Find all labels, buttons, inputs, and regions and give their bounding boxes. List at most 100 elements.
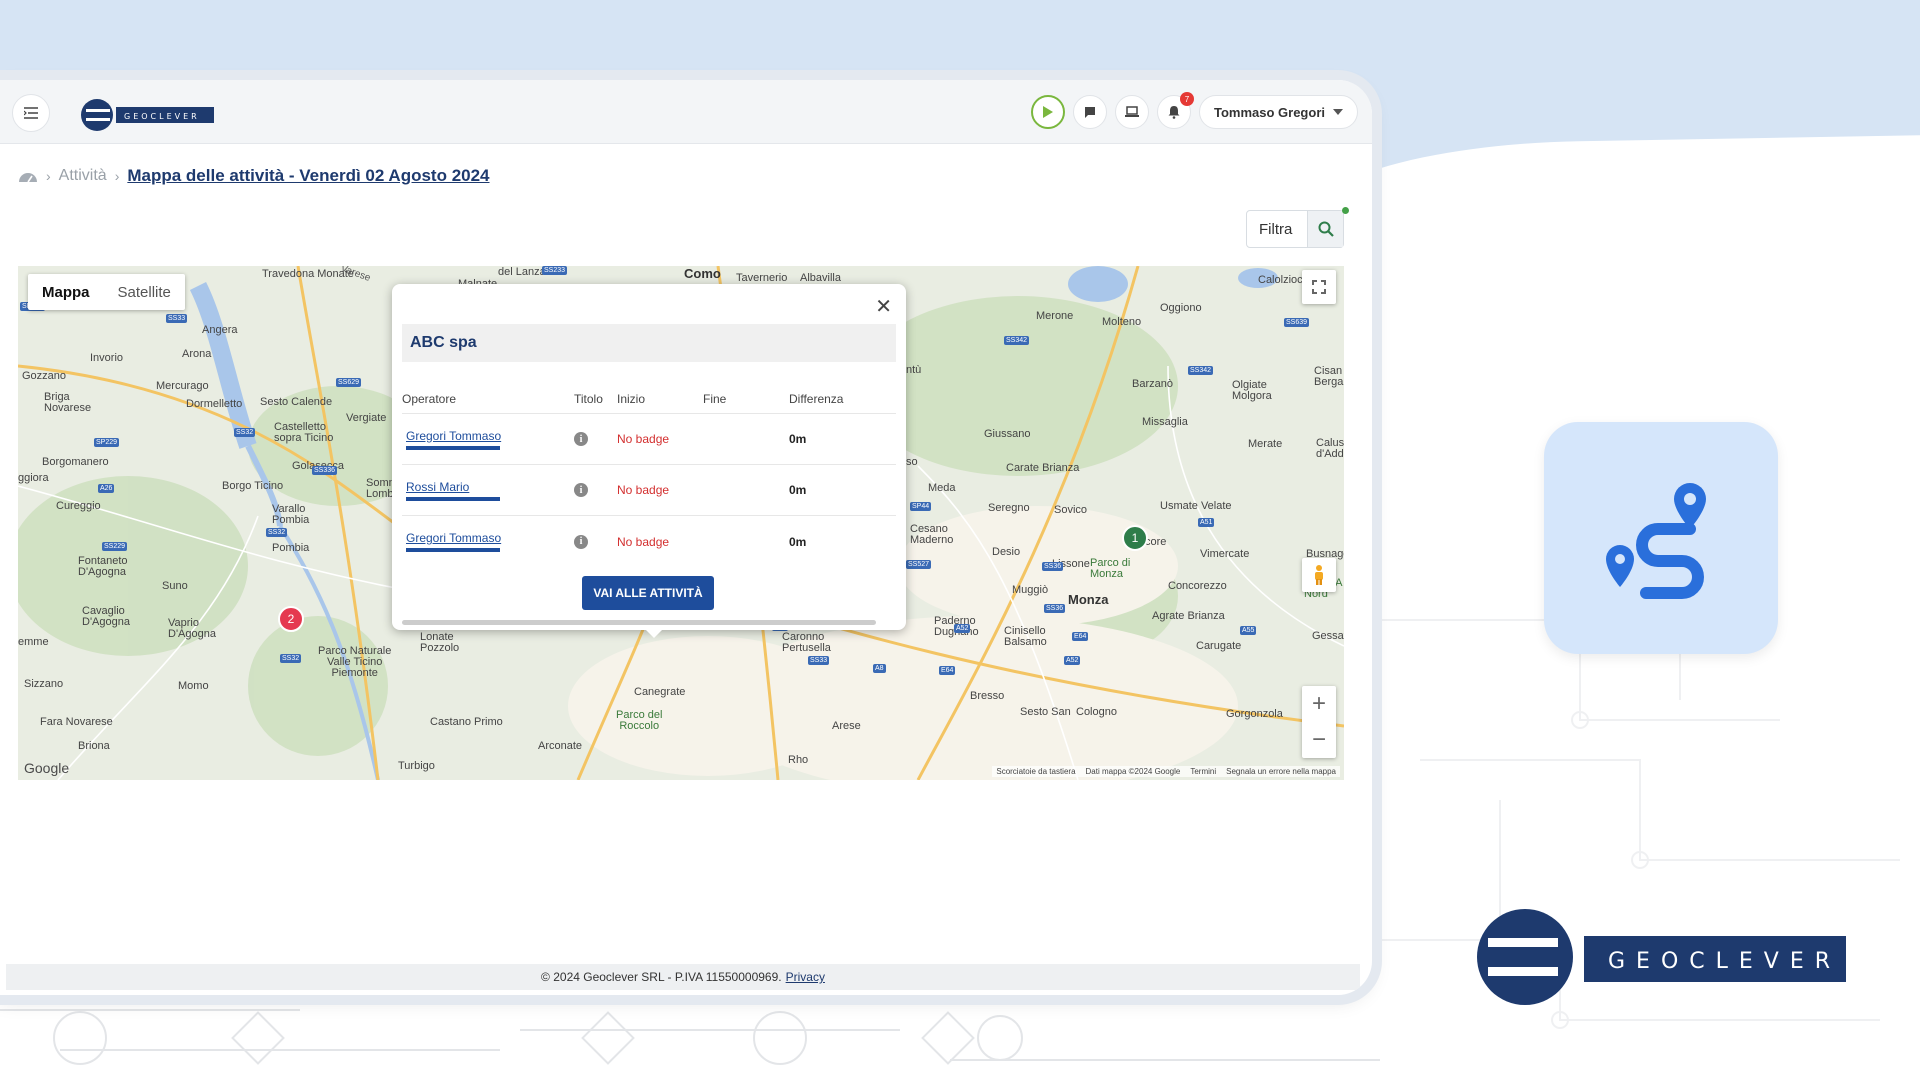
operator-link[interactable]: Gregori Tommaso (406, 429, 574, 443)
filter-label[interactable]: Filtra (1247, 221, 1307, 238)
place-label: Como (684, 266, 721, 281)
brand-name: GEOCLEVER (1608, 949, 1841, 974)
search-icon (1318, 221, 1334, 237)
filter-search-button[interactable] (1307, 211, 1343, 247)
place-label: Giussano (984, 428, 1031, 440)
place-label: Cologno (1076, 706, 1117, 718)
report-error-link[interactable]: Segnala un errore nella mappa (1226, 767, 1336, 776)
dashboard-icon[interactable] (18, 169, 38, 183)
operator-link[interactable]: Rossi Mario (406, 480, 574, 494)
map-data-credit: Dati mappa ©2024 Google (1085, 767, 1181, 776)
place-label: Merate (1248, 438, 1283, 450)
place-label: Monza (1068, 592, 1109, 607)
privacy-link[interactable]: Privacy (786, 970, 825, 984)
devices-button[interactable] (1114, 95, 1149, 129)
page-title: Mappa delle attività - Venerdì 02 Agosto… (127, 166, 490, 185)
popup-title: ABC spa (402, 324, 896, 362)
place-label: Gozzano (22, 370, 67, 382)
keyboard-shortcuts-link[interactable]: Scorciatoie da tastiera (996, 767, 1075, 776)
place-label: Merone (1036, 310, 1074, 322)
place-label: Rho (788, 754, 809, 766)
top-bar: GEOCLEVER 7 Tommaso Gregori (0, 80, 1372, 144)
terms-link[interactable]: Termini (1190, 767, 1216, 776)
breadcrumb-attivita[interactable]: Attività (59, 167, 107, 185)
menu-icon (24, 107, 38, 119)
info-icon[interactable]: i (574, 432, 588, 446)
place-label: Suno (162, 580, 188, 592)
fullscreen-icon (1312, 280, 1326, 294)
place-label: Briona (78, 740, 110, 752)
activity-map[interactable]: Travedona Monate Varese Malnate del Lanz… (18, 266, 1344, 780)
place-label: Gessat (1312, 630, 1344, 642)
close-icon[interactable]: ✕ (875, 294, 892, 319)
difference-value: 0m (789, 432, 807, 446)
place-label: Cureggio (56, 500, 101, 512)
activity-table: Operatore Titolo Inizio Fine Differenza … (402, 384, 896, 567)
place-label: del Lanza (498, 266, 546, 278)
place-label: Concorezzo (1168, 580, 1227, 592)
place-label: ggiora (18, 472, 49, 484)
place-label: Agrate Brianza (1152, 610, 1225, 622)
place-label: Angera (202, 324, 238, 336)
messages-button[interactable] (1072, 95, 1107, 129)
chat-icon (1084, 107, 1095, 118)
operator-link[interactable]: Gregori Tommaso (406, 531, 574, 545)
fullscreen-button[interactable] (1302, 270, 1336, 304)
place-label: Pombia (272, 542, 310, 554)
route-feature-card (1544, 422, 1778, 654)
map-type-satellite[interactable]: Satellite (104, 274, 185, 310)
zoom-out-button[interactable]: − (1302, 722, 1336, 758)
column-header: Operatore (402, 391, 457, 406)
menu-toggle-button[interactable] (12, 94, 50, 132)
place-label: Cesano Maderno (910, 523, 954, 546)
go-to-activities-button[interactable]: VAI ALLE ATTIVITÀ (582, 576, 714, 610)
place-label: Momo (178, 680, 209, 692)
map-type-mappa[interactable]: Mappa (28, 274, 104, 310)
table-row: Gregori Tommaso i No badge 0m (402, 516, 896, 567)
top-bar-actions: 7 Tommaso Gregori (1030, 92, 1358, 129)
start-activity-button[interactable] (1030, 95, 1065, 129)
place-label: Cinisello Balsamo (1004, 625, 1047, 648)
app-window: GEOCLEVER 7 Tommaso Gregori › Attività ›… (0, 80, 1372, 995)
map-cluster-marker[interactable]: 2 (278, 606, 304, 632)
place-label: so (906, 456, 918, 468)
filter-control[interactable]: Filtra (1246, 207, 1349, 248)
place-label: Borgo Ticino (222, 480, 284, 492)
place-label: Briga Novarese (44, 391, 92, 414)
logo-text: GEOCLEVER (124, 112, 200, 121)
operator-progress-bar (406, 445, 500, 450)
place-label: Albavilla (800, 272, 841, 284)
place-label: Carate Brianza (1006, 462, 1080, 474)
place-label: Arona (182, 348, 212, 360)
place-label: Parco del Roccolo (616, 709, 663, 732)
geoclever-brand-logo: GEOCLEVER (1477, 909, 1846, 1005)
breadcrumb-separator: › (46, 168, 51, 184)
place-label: ntù (906, 364, 922, 376)
user-menu-button[interactable]: Tommaso Gregori (1198, 95, 1358, 129)
popup-scrollbar[interactable] (402, 620, 876, 625)
place-label: Caronno Pertusella (782, 631, 831, 654)
street-view-button[interactable] (1302, 558, 1336, 592)
zoom-in-button[interactable]: + (1302, 686, 1336, 722)
difference-value: 0m (789, 483, 807, 497)
place-label: Desio (992, 546, 1021, 558)
info-icon[interactable]: i (574, 483, 588, 497)
map-cluster-marker[interactable]: 1 (1122, 525, 1148, 551)
place-label: Arconate (538, 740, 583, 752)
place-label: Tavernerio (736, 272, 788, 284)
place-label: Sesto San (1020, 706, 1071, 718)
info-icon[interactable]: i (574, 534, 588, 549)
place-label: Cisan Bergam (1314, 365, 1344, 388)
breadcrumb-separator: › (114, 168, 120, 184)
place-label: Castano Primo (430, 716, 503, 728)
place-label: Meda (928, 482, 956, 494)
circuit-pattern (0, 1009, 1380, 1065)
place-label: Seregno (988, 502, 1030, 514)
place-label: Missaglia (1142, 416, 1188, 428)
place-label: Sesto Calende (260, 396, 333, 408)
bell-icon (1168, 106, 1180, 119)
place-label: Turbigo (398, 760, 435, 772)
notification-count-badge: 7 (1179, 92, 1194, 106)
notifications-button[interactable]: 7 (1156, 92, 1194, 129)
laptop-icon (1124, 106, 1139, 117)
